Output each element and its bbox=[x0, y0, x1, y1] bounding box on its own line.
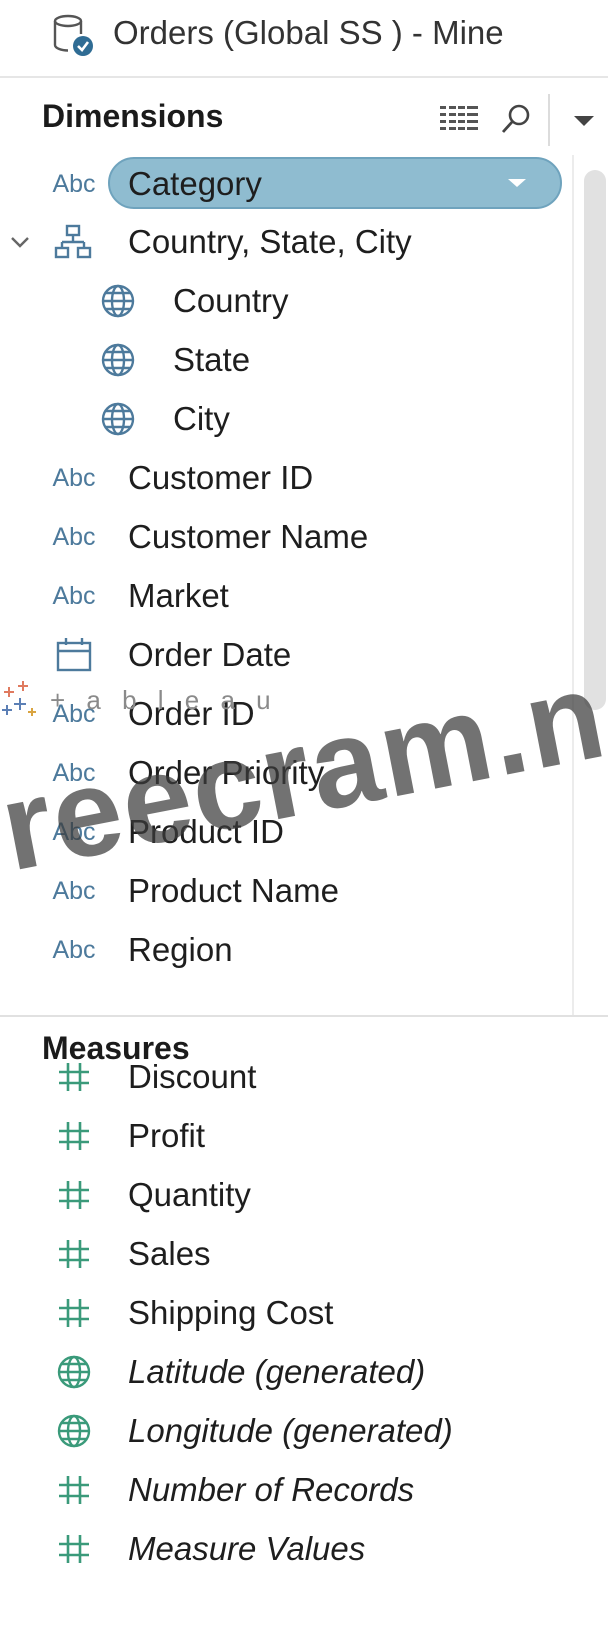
dimension-field-state[interactable]: State bbox=[0, 331, 565, 387]
string-type-icon: Abc bbox=[52, 758, 96, 787]
hierarchy-icon bbox=[54, 224, 92, 259]
dimension-field-region[interactable]: Abc Region bbox=[0, 921, 565, 977]
field-label: Order Priority bbox=[128, 754, 325, 791]
measure-field-number-of-records[interactable]: Number of Records bbox=[0, 1461, 565, 1517]
field-label: State bbox=[173, 341, 251, 378]
field-label: City bbox=[173, 400, 230, 437]
field-label: Discount bbox=[128, 1058, 257, 1095]
dimension-hierarchy-country-state-city[interactable]: Country, State, City bbox=[0, 213, 565, 269]
hash-icon bbox=[59, 1240, 89, 1268]
string-type-icon: Abc bbox=[52, 169, 96, 198]
header-separator bbox=[548, 94, 550, 146]
globe-icon bbox=[101, 284, 135, 318]
measure-field-measure-values[interactable]: Measure Values bbox=[0, 1520, 565, 1576]
field-label: Latitude (generated) bbox=[128, 1353, 426, 1390]
hash-icon bbox=[59, 1535, 89, 1563]
datasource-header[interactable]: Orders (Global SS ) - Mine bbox=[0, 0, 608, 78]
dimension-field-market[interactable]: Abc Market bbox=[0, 567, 565, 623]
field-label: Sales bbox=[128, 1235, 211, 1272]
field-label: Number of Records bbox=[128, 1471, 415, 1508]
measure-field-profit[interactable]: Profit bbox=[0, 1107, 565, 1163]
hash-icon bbox=[59, 1181, 89, 1209]
hash-icon bbox=[59, 1122, 89, 1150]
database-check-icon bbox=[53, 14, 93, 56]
calendar-icon bbox=[56, 638, 92, 672]
field-label: Customer ID bbox=[128, 459, 314, 496]
field-label: Country, State, City bbox=[128, 223, 412, 260]
field-label: Category bbox=[128, 165, 262, 202]
field-label: Quantity bbox=[128, 1176, 251, 1213]
tableau-logo-text: + a b l e a u bbox=[50, 685, 278, 715]
dimension-field-order-priority[interactable]: Abc Order Priority bbox=[0, 744, 565, 800]
list-view-icon[interactable] bbox=[440, 104, 478, 134]
field-label: Country bbox=[173, 282, 289, 319]
globe-icon bbox=[101, 402, 135, 436]
dimensions-scrollbar[interactable] bbox=[572, 155, 608, 1015]
globe-icon bbox=[101, 343, 135, 377]
string-type-icon: Abc bbox=[52, 581, 96, 610]
hash-icon bbox=[59, 1299, 89, 1327]
field-label: Order Date bbox=[128, 636, 292, 673]
field-label: Measure Values bbox=[128, 1530, 366, 1567]
dimension-field-product-name[interactable]: Abc Product Name bbox=[0, 862, 565, 918]
measure-field-quantity[interactable]: Quantity bbox=[0, 1166, 565, 1222]
expand-chevron-icon[interactable] bbox=[10, 236, 30, 248]
dimension-field-city[interactable]: City bbox=[0, 390, 565, 446]
field-label: Customer Name bbox=[128, 518, 369, 555]
globe-icon bbox=[57, 1355, 91, 1389]
dimension-field-country[interactable]: Country bbox=[0, 272, 565, 328]
string-type-icon: Abc bbox=[52, 522, 96, 551]
field-label: Market bbox=[128, 577, 229, 614]
field-label: Region bbox=[128, 931, 233, 968]
dimensions-title: Dimensions bbox=[42, 98, 224, 134]
dimension-field-customer-id[interactable]: Abc Customer ID bbox=[0, 449, 565, 505]
field-label: Longitude (generated) bbox=[128, 1412, 453, 1449]
globe-icon bbox=[57, 1414, 91, 1448]
string-type-icon: Abc bbox=[52, 817, 96, 846]
measure-field-shipping-cost[interactable]: Shipping Cost bbox=[0, 1284, 565, 1340]
string-type-icon: Abc bbox=[52, 463, 96, 492]
scrollbar-thumb[interactable] bbox=[584, 170, 606, 710]
measure-field-sales[interactable]: Sales bbox=[0, 1225, 565, 1281]
measure-field-longitude[interactable]: Longitude (generated) bbox=[0, 1402, 565, 1458]
dimensions-header: Dimensions bbox=[0, 88, 608, 146]
chevron-down-icon[interactable] bbox=[506, 177, 528, 189]
hash-icon bbox=[59, 1476, 89, 1504]
dimension-field-order-date[interactable]: Order Date bbox=[0, 626, 565, 682]
field-label: Product Name bbox=[128, 872, 339, 909]
string-type-icon: Abc bbox=[52, 935, 96, 964]
field-label: Profit bbox=[128, 1117, 206, 1154]
dimension-field-category[interactable]: Abc Category bbox=[0, 155, 565, 211]
menu-caret-icon[interactable] bbox=[572, 114, 596, 128]
measure-field-discount[interactable]: Discount bbox=[0, 1048, 565, 1104]
hash-icon bbox=[59, 1063, 89, 1091]
string-type-icon: Abc bbox=[52, 876, 96, 905]
measure-field-latitude[interactable]: Latitude (generated) bbox=[0, 1343, 565, 1399]
section-divider[interactable] bbox=[0, 1015, 608, 1017]
field-label: Product ID bbox=[128, 813, 284, 850]
dimension-field-customer-name[interactable]: Abc Customer Name bbox=[0, 508, 565, 564]
search-icon[interactable] bbox=[500, 102, 532, 136]
datasource-name: Orders (Global SS ) - Mine bbox=[113, 14, 504, 51]
dimension-field-product-id[interactable]: Abc Product ID bbox=[0, 803, 565, 859]
field-label: Shipping Cost bbox=[128, 1294, 334, 1331]
